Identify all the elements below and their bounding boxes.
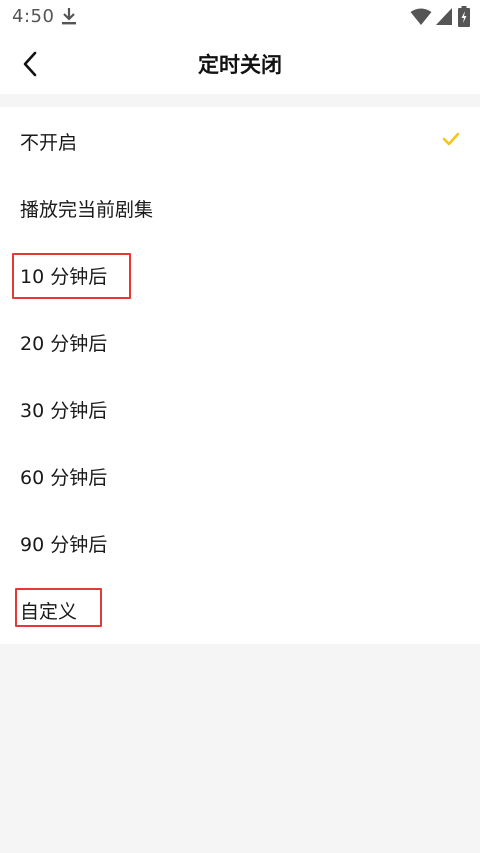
option-label: 播放完当前剧集 — [20, 199, 154, 221]
option-30-min[interactable]: 30 分钟后 — [0, 375, 480, 442]
status-time: 4:50 — [12, 6, 55, 27]
battery-icon — [458, 6, 470, 27]
option-label: 90 分钟后 — [20, 534, 108, 556]
option-label: 20 分钟后 — [20, 333, 108, 355]
option-20-min[interactable]: 20 分钟后 — [0, 308, 480, 375]
option-10-min[interactable]: 10 分钟后 — [0, 241, 480, 308]
download-icon — [62, 8, 76, 25]
option-60-min[interactable]: 60 分钟后 — [0, 442, 480, 509]
status-bar: 4:50 — [0, 0, 480, 34]
timer-options-list: 不开启 播放完当前剧集 10 分钟后 20 分钟后 30 分钟后 60 分钟后 … — [0, 107, 480, 644]
option-90-min[interactable]: 90 分钟后 — [0, 509, 480, 576]
option-label: 60 分钟后 — [20, 467, 108, 489]
page-title: 定时关闭 — [198, 53, 282, 77]
app-header: 定时关闭 — [0, 34, 480, 94]
signal-icon — [436, 8, 452, 25]
option-label: 30 分钟后 — [20, 400, 108, 422]
option-custom[interactable]: 自定义 — [0, 576, 480, 643]
option-end-of-episode[interactable]: 播放完当前剧集 — [0, 174, 480, 241]
option-label: 不开启 — [20, 132, 78, 154]
wifi-icon — [410, 8, 432, 25]
option-off[interactable]: 不开启 — [0, 107, 480, 174]
option-label: 10 分钟后 — [20, 266, 108, 288]
check-icon — [442, 132, 460, 146]
option-label: 自定义 — [20, 601, 78, 623]
